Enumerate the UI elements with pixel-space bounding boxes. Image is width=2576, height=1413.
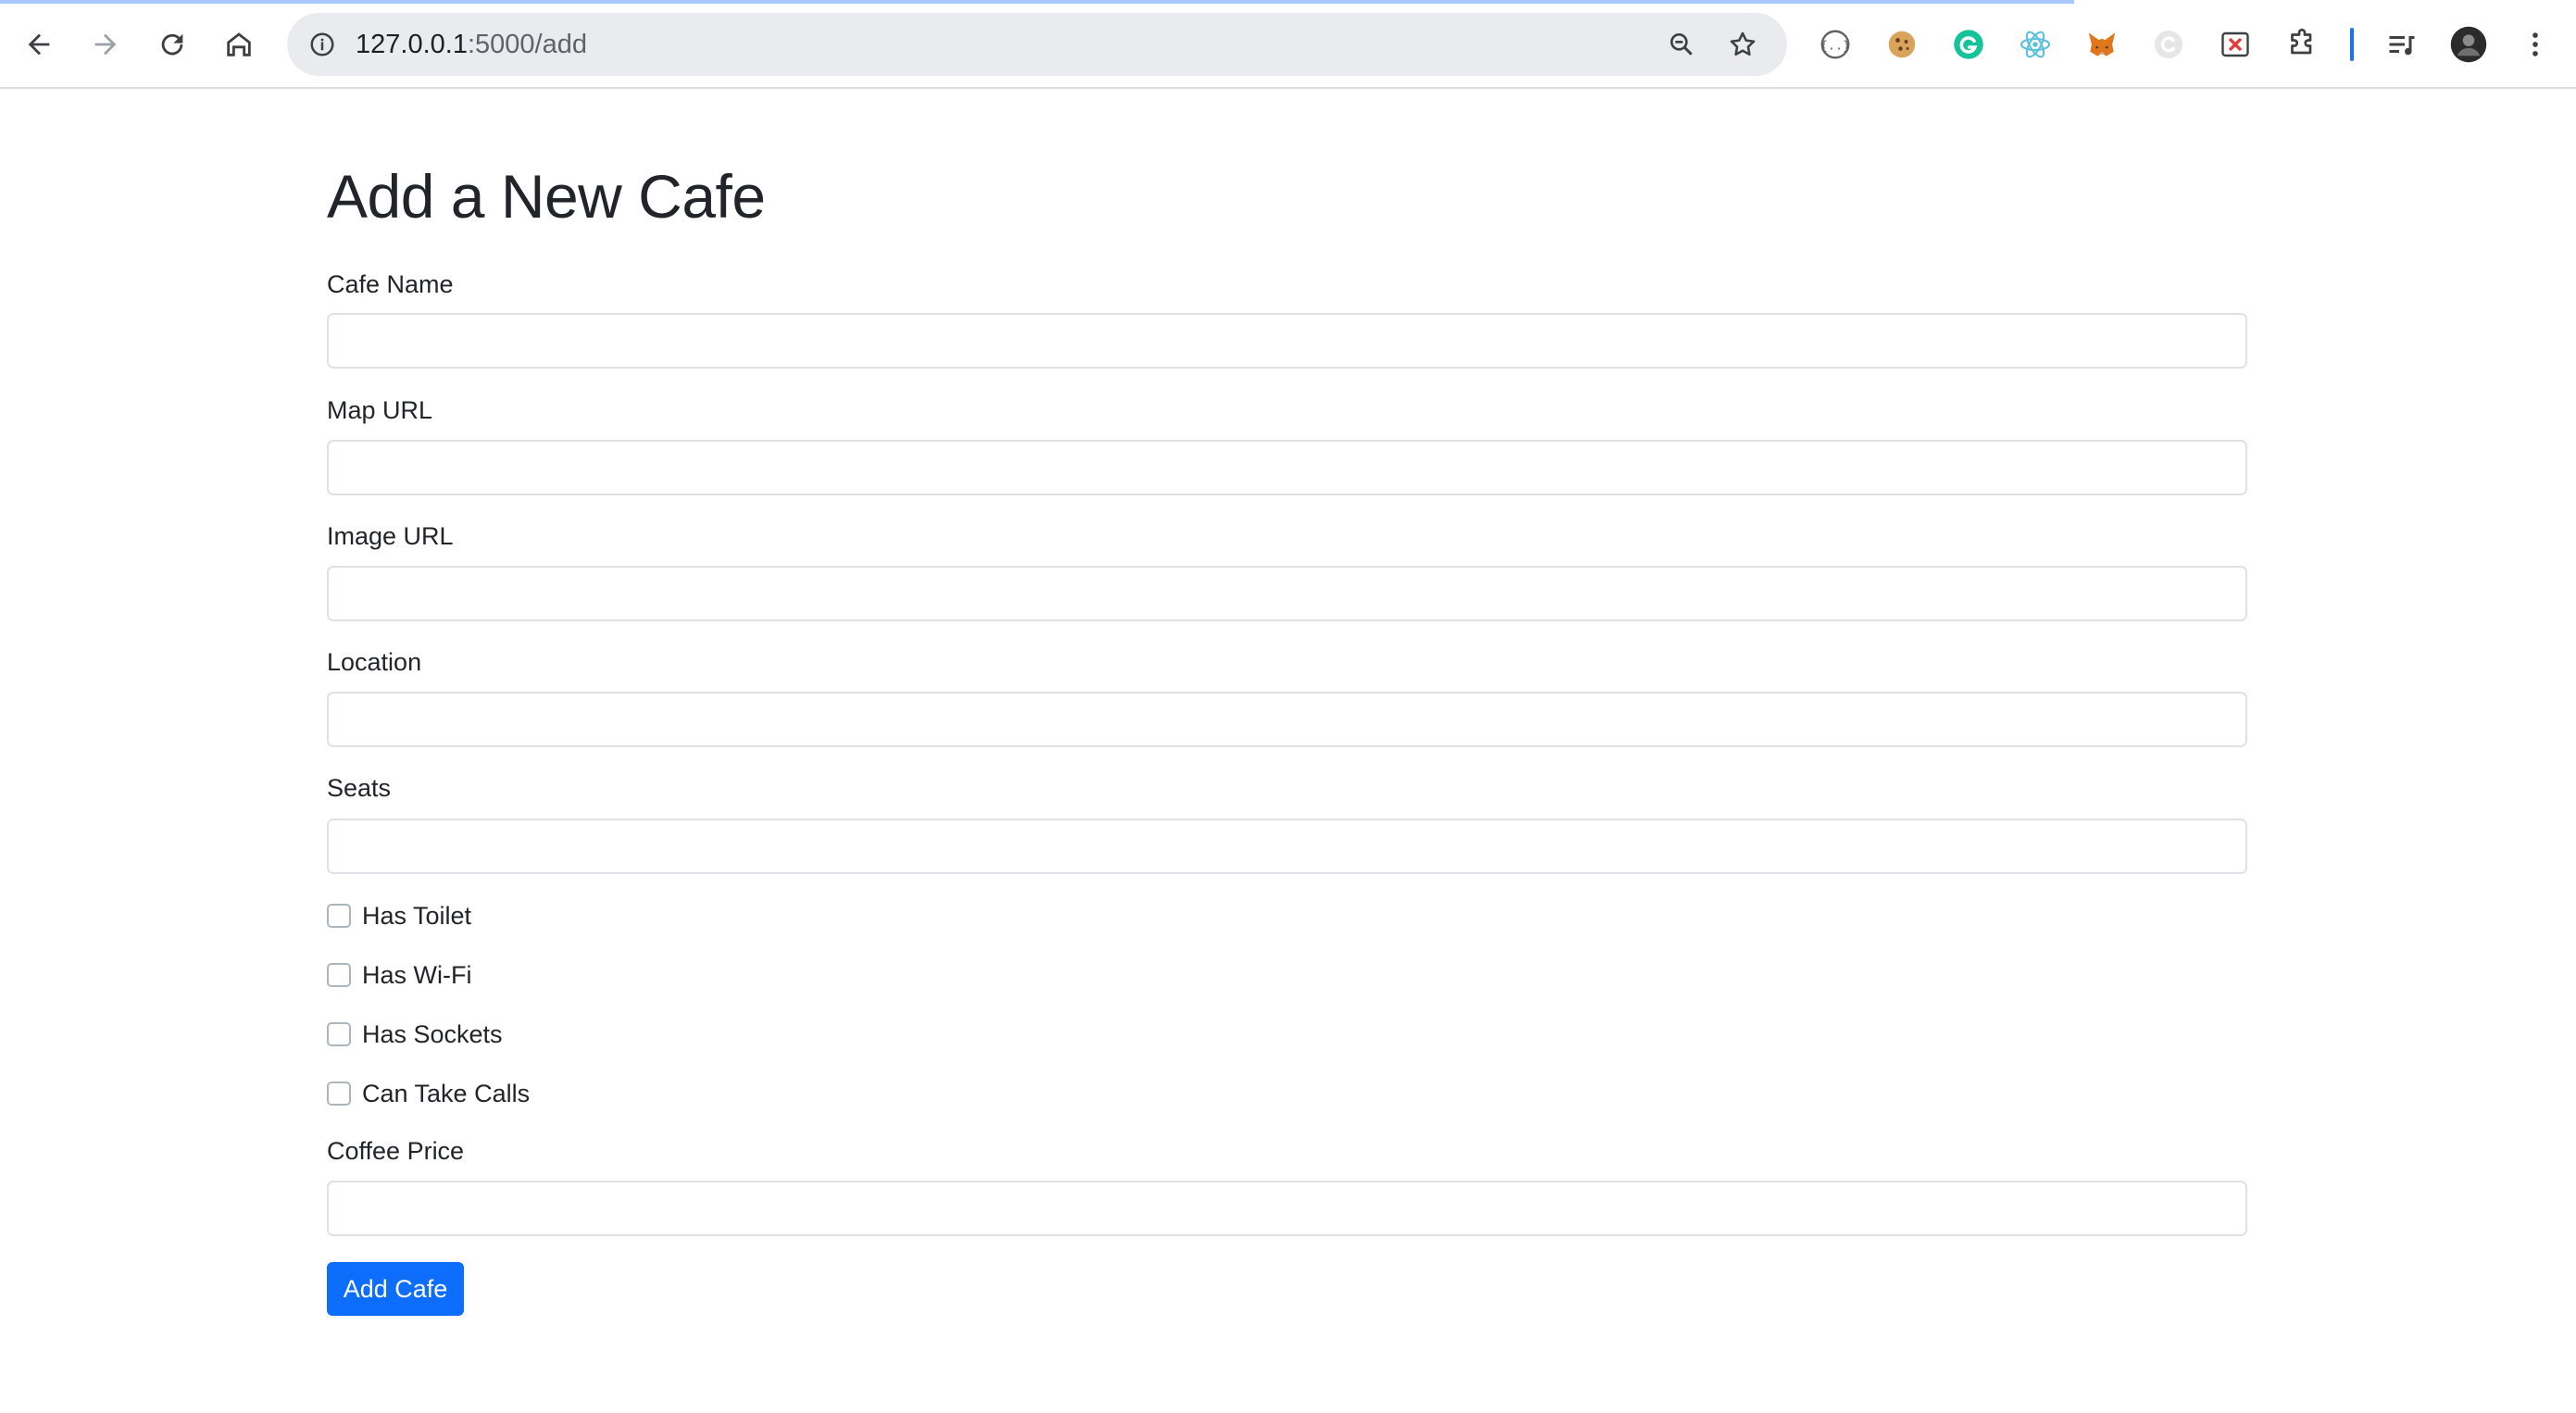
has-sockets-row[interactable]: Has Sockets: [327, 1019, 503, 1050]
seats-input[interactable]: [327, 819, 2247, 874]
page-title: Add a New Cafe: [327, 162, 766, 231]
url-text[interactable]: 127.0.0.1:5000/add: [356, 13, 587, 76]
bookmark-star-icon[interactable]: [1724, 26, 1761, 63]
has-toilet-checkbox[interactable]: [327, 904, 351, 928]
has-wifi-checkbox[interactable]: [327, 963, 351, 987]
has-sockets-checkbox[interactable]: [327, 1022, 351, 1046]
add-cafe-button[interactable]: Add Cafe: [327, 1262, 464, 1316]
address-bar[interactable]: 127.0.0.1:5000/add: [287, 13, 1787, 76]
grammarly-icon[interactable]: [1948, 24, 1989, 65]
browser-toolbar: 127.0.0.1:5000/add {..}: [0, 0, 2576, 89]
arrow-left-icon: [28, 33, 50, 56]
site-info-icon[interactable]: [304, 26, 341, 63]
has-wifi-label[interactable]: Has Wi-Fi: [362, 961, 471, 990]
home-icon: [227, 32, 251, 56]
has-toilet-row[interactable]: Has Toilet: [327, 900, 471, 932]
media-queue-icon[interactable]: [2382, 24, 2422, 65]
image-url-input[interactable]: [327, 566, 2247, 621]
cafe-name-label: Cafe Name: [327, 270, 454, 298]
puzzle-icon[interactable]: [2282, 24, 2322, 65]
location-input[interactable]: [327, 692, 2247, 747]
can-take-calls-row[interactable]: Can Take Calls: [327, 1078, 530, 1109]
json-viewer-icon[interactable]: {..}: [1815, 24, 1856, 65]
react-devtools-icon[interactable]: [2015, 24, 2056, 65]
has-toilet-label[interactable]: Has Toilet: [362, 902, 471, 931]
svg-text:{..}: {..}: [1820, 38, 1851, 53]
forward-button[interactable]: [83, 22, 128, 67]
reload-button[interactable]: [150, 22, 194, 67]
cafe-name-input[interactable]: [327, 313, 2247, 369]
location-label: Location: [327, 648, 422, 676]
more-menu-icon[interactable]: [2515, 24, 2556, 65]
arrow-right-icon: [94, 33, 117, 56]
seats-label: Seats: [327, 774, 392, 802]
url-path: :5000/add: [467, 30, 587, 59]
coffee-price-input[interactable]: [327, 1181, 2247, 1236]
toolbar-separator: [2350, 28, 2354, 61]
home-button[interactable]: [217, 22, 261, 67]
profile-avatar[interactable]: [2448, 24, 2489, 65]
circle-c-icon[interactable]: [2148, 24, 2189, 65]
map-url-input[interactable]: [327, 440, 2247, 495]
page-content: Add a New Cafe Cafe Name Map URL Image U…: [0, 91, 2576, 1413]
blocked-x-icon[interactable]: [2215, 24, 2256, 65]
zoom-icon[interactable]: [1663, 26, 1700, 63]
can-take-calls-label[interactable]: Can Take Calls: [362, 1080, 530, 1108]
coffee-price-label: Coffee Price: [327, 1137, 465, 1165]
reload-icon: [161, 33, 183, 56]
cookie-icon[interactable]: [1882, 24, 1922, 65]
image-url-label: Image URL: [327, 522, 454, 550]
has-wifi-row[interactable]: Has Wi-Fi: [327, 959, 471, 991]
url-host: 127.0.0.1: [356, 30, 468, 59]
has-sockets-label[interactable]: Has Sockets: [362, 1020, 503, 1049]
metamask-icon[interactable]: [2082, 24, 2122, 65]
map-url-label: Map URL: [327, 396, 433, 424]
can-take-calls-checkbox[interactable]: [327, 1082, 351, 1106]
back-button[interactable]: [17, 22, 61, 67]
tab-strip-edge: [0, 0, 2074, 4]
